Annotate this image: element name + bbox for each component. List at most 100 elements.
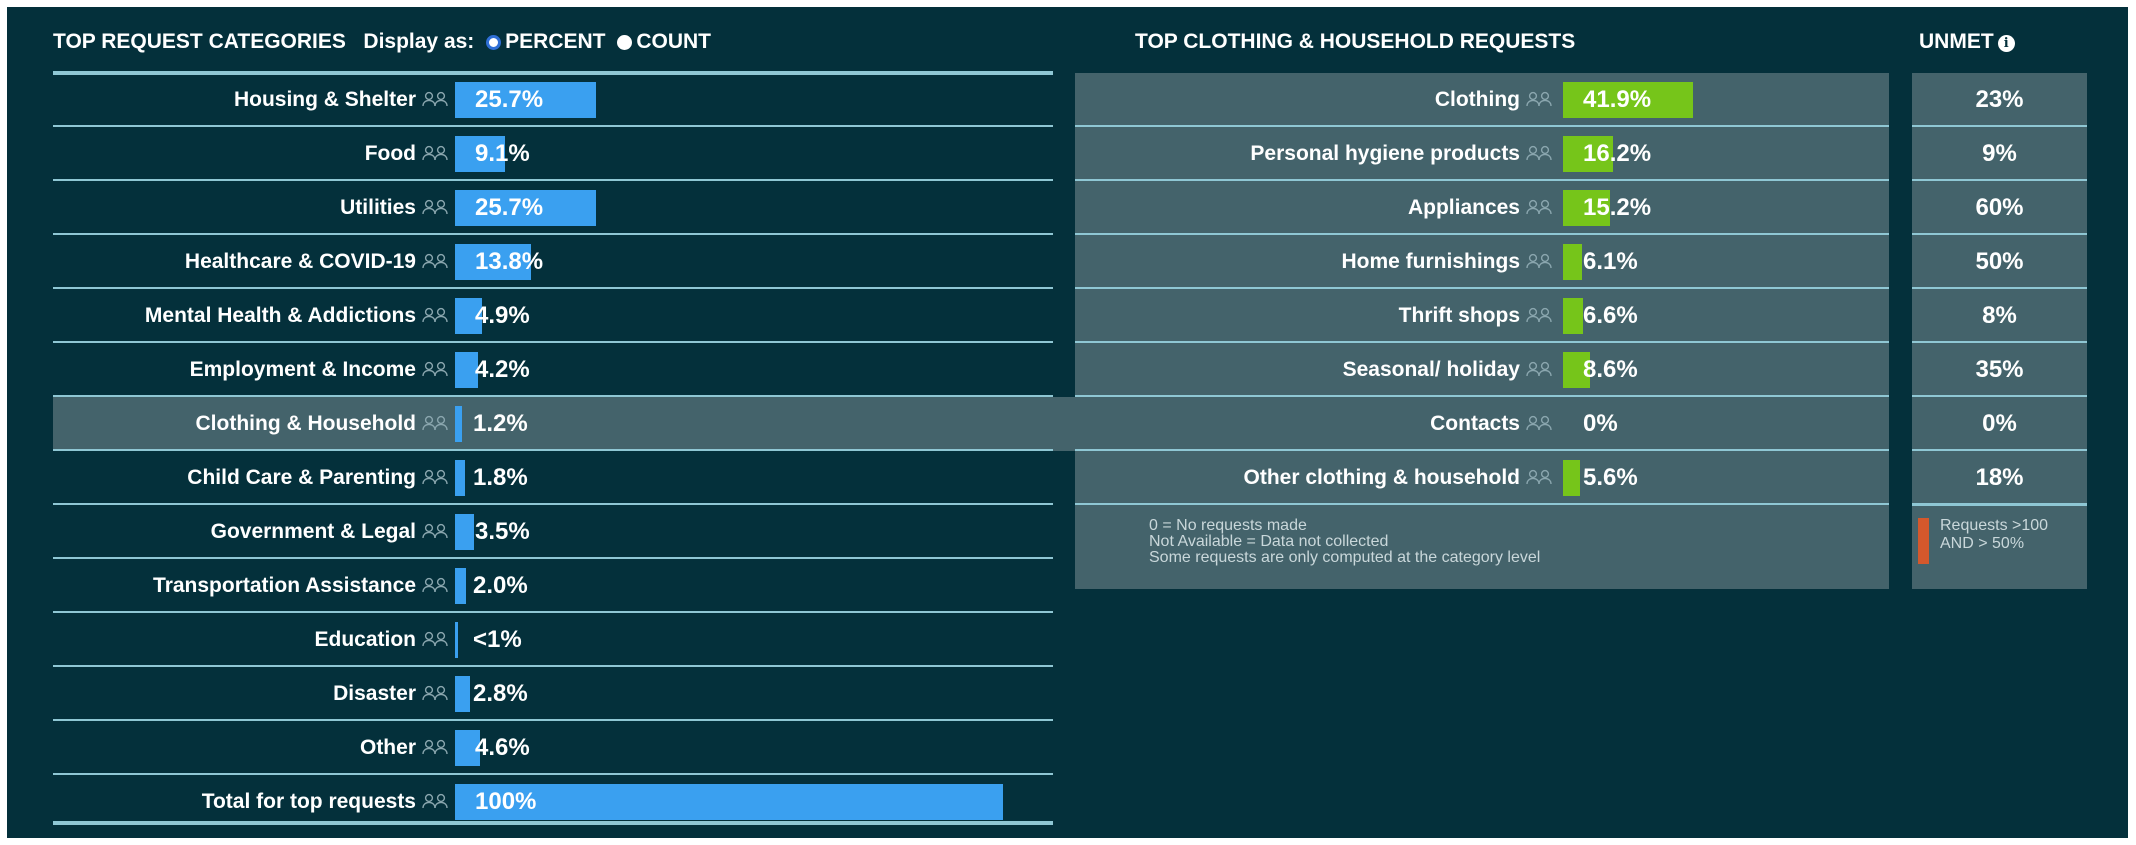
count-radio[interactable]: COUNT	[611, 30, 711, 53]
people-icon	[422, 145, 448, 161]
category-name: Education	[314, 628, 416, 651]
subcategory-row[interactable]: Thrift shops 6.6%	[1075, 289, 1889, 343]
category-label: Healthcare & COVID-19	[53, 235, 448, 289]
left-title: TOP REQUEST CATEGORIES	[53, 30, 346, 53]
notes: 0 = No requests made Not Available = Dat…	[1149, 518, 1540, 566]
subcategory-bar	[1563, 244, 1582, 280]
subcategory-label: Home furnishings	[1075, 235, 1552, 289]
people-icon	[1526, 307, 1552, 323]
category-name: Mental Health & Addictions	[144, 304, 416, 327]
category-row[interactable]: Child Care & Parenting 1.8%	[53, 451, 1053, 505]
category-value: 4.9%	[475, 302, 530, 329]
category-row[interactable]: Mental Health & Addictions 4.9%	[53, 289, 1053, 343]
people-icon	[422, 469, 448, 485]
category-name: Clothing & Household	[195, 412, 416, 435]
subcategory-label: Thrift shops	[1075, 289, 1552, 343]
category-bar	[455, 784, 1003, 820]
people-icon	[422, 199, 448, 215]
category-bar	[455, 568, 466, 604]
category-row[interactable]: Food 9.1%	[53, 127, 1053, 181]
category-label: Education	[53, 613, 448, 667]
subcategory-label: Clothing	[1075, 73, 1552, 127]
subcategory-row[interactable]: Other clothing & household 5.6%	[1075, 451, 1889, 505]
percent-option-label: PERCENT	[505, 30, 606, 53]
unmet-value: 9%	[1912, 127, 2087, 181]
count-option-label: COUNT	[636, 30, 712, 53]
unmet-value: 18%	[1912, 451, 2087, 505]
people-icon	[1526, 361, 1552, 377]
unmet-header: UNMET i	[1919, 30, 2015, 54]
subcategory-label: Appliances	[1075, 181, 1552, 235]
subcategory-row[interactable]: Seasonal/ holiday 8.6%	[1075, 343, 1889, 397]
people-icon	[1526, 199, 1552, 215]
people-icon	[422, 577, 448, 593]
left-header: TOP REQUEST CATEGORIES Display as: PERCE…	[53, 30, 711, 54]
subcategory-row[interactable]: Personal hygiene products 16.2%	[1075, 127, 1889, 181]
display-as-label: Display as:	[363, 30, 475, 53]
unmet-flag-label: Requests >100 AND > 50%	[1940, 517, 2049, 552]
unmet-title: UNMET	[1919, 30, 1994, 53]
subcategory-label: Personal hygiene products	[1075, 127, 1552, 181]
people-icon	[422, 523, 448, 539]
category-label: Mental Health & Addictions	[53, 289, 448, 343]
category-value: 25.7%	[475, 86, 544, 113]
radio-unselected-icon	[617, 35, 633, 50]
category-label: Food	[53, 127, 448, 181]
people-icon	[422, 253, 448, 269]
category-name: Government & Legal	[210, 520, 416, 543]
category-bar	[455, 460, 465, 496]
unmet-value: 8%	[1912, 289, 2087, 343]
category-name: Disaster	[333, 682, 416, 705]
subcategory-row[interactable]: Appliances 15.2%	[1075, 181, 1889, 235]
category-row[interactable]: Utilities 25.7%	[53, 181, 1053, 235]
category-name: Total for top requests	[201, 790, 416, 813]
people-icon	[422, 739, 448, 755]
category-row[interactable]: Employment & Income 4.2%	[53, 343, 1053, 397]
subcategory-name: Personal hygiene products	[1250, 142, 1520, 165]
people-icon	[1526, 145, 1552, 161]
unmet-value: 35%	[1912, 343, 2087, 397]
subcategory-row[interactable]: Home furnishings 6.1%	[1075, 235, 1889, 289]
category-row[interactable]: Housing & Shelter 25.7%	[53, 73, 1053, 127]
category-name: Housing & Shelter	[233, 88, 416, 111]
subcategory-value: 6.1%	[1583, 248, 1638, 275]
subcategory-value: 6.6%	[1583, 302, 1638, 329]
subcategory-row[interactable]: Clothing 41.9%	[1075, 73, 1889, 127]
left-bottom-rule	[53, 821, 1053, 825]
category-row[interactable]: Transportation Assistance 2.0%	[53, 559, 1053, 613]
category-bar	[455, 676, 471, 712]
unmet-value: 0%	[1912, 397, 2087, 451]
category-value: 4.2%	[475, 356, 530, 383]
category-row[interactable]: Healthcare & COVID-19 13.8%	[53, 235, 1053, 289]
category-row[interactable]: Clothing & Household 1.2%	[53, 397, 1075, 451]
people-icon	[422, 415, 448, 431]
category-label: Transportation Assistance	[53, 559, 448, 613]
category-label: Housing & Shelter	[53, 73, 448, 127]
subcategory-value: 5.6%	[1583, 464, 1638, 491]
category-value: 2.0%	[473, 572, 528, 599]
category-value: 1.2%	[473, 410, 528, 437]
people-icon	[1526, 469, 1552, 485]
subcategory-value: 0%	[1583, 410, 1618, 437]
subcategory-name: Other clothing & household	[1243, 466, 1521, 489]
category-row[interactable]: Education <1%	[53, 613, 1053, 667]
info-icon[interactable]: i	[1997, 35, 2015, 52]
category-value: 25.7%	[475, 194, 544, 221]
people-icon	[422, 685, 448, 701]
subcategory-name: Clothing	[1434, 88, 1520, 111]
subcategory-row[interactable]: Contacts 0%	[1075, 397, 1889, 451]
people-icon	[1526, 415, 1552, 431]
row-divider	[1075, 503, 1889, 505]
subcategory-value: 15.2%	[1583, 194, 1652, 221]
subcategory-value: 16.2%	[1583, 140, 1652, 167]
note-line: Some requests are only computed at the c…	[1149, 549, 1541, 566]
subcategory-name: Appliances	[1407, 196, 1520, 219]
category-value: 2.8%	[473, 680, 528, 707]
category-row[interactable]: Other 4.6%	[53, 721, 1053, 775]
category-row[interactable]: Disaster 2.8%	[53, 667, 1053, 721]
subcategory-value: 41.9%	[1583, 86, 1652, 113]
subcategory-bar	[1563, 298, 1584, 334]
percent-radio[interactable]: PERCENT	[480, 30, 606, 53]
category-value: 4.6%	[475, 734, 530, 761]
category-row[interactable]: Government & Legal 3.5%	[53, 505, 1053, 559]
